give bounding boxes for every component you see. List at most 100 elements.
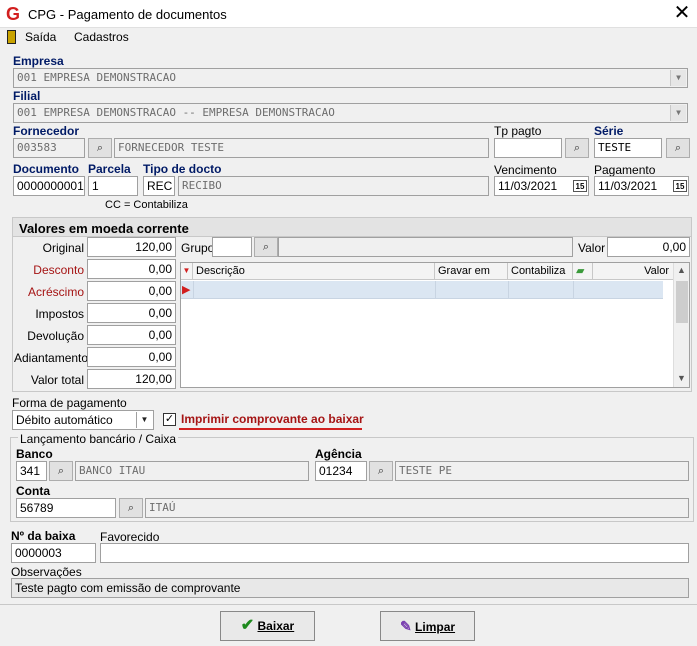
devolucao-label: Devolução [27,329,84,343]
tipo-docto-name-input[interactable]: RECIBO [178,176,489,196]
baixar-button[interactable]: ✔ Baixar [220,611,315,641]
divider [0,604,697,605]
original-label: Original [42,241,84,255]
banco-name-input[interactable]: BANCO ITAU [75,461,309,481]
grupo-code-input[interactable] [212,237,252,257]
parcela-input[interactable]: 1 [88,176,138,196]
adiantamento-input[interactable]: 0,00 [87,347,176,367]
forma-pagamento-select[interactable]: Débito automático ▼ [12,410,154,430]
impostos-label: Impostos [35,307,84,321]
fornecedor-label: Fornecedor [13,124,80,138]
tipo-docto-code-input[interactable]: REC [143,176,175,196]
empresa-value: 001 EMPRESA DEMONSTRACAO [17,71,176,84]
close-icon[interactable]: ✕ [672,2,692,24]
conta-name-input[interactable]: ITAÚ [145,498,689,518]
serie-label: Série [594,124,624,138]
scroll-up-icon[interactable]: ▲ [677,265,686,275]
observacoes-label: Observações [11,565,82,579]
valor-label: Valor [578,241,606,255]
agencia-code-input[interactable]: 01234 [315,461,367,481]
binoculars-icon: ⌕ [127,502,135,514]
serie-input[interactable]: TESTE [594,138,662,158]
vencimento-value: 11/03/2021 [498,179,558,193]
observacoes-input[interactable]: Teste pagto com emissão de comprovante [11,578,689,598]
grid-scrollbar[interactable]: ▲ ▼ [673,263,689,387]
tp-pagto-input[interactable] [494,138,562,158]
forma-pagamento-value: Débito automático [16,413,113,427]
valor-total-input[interactable]: 120,00 [87,369,176,389]
devolucao-input[interactable]: 0,00 [87,325,176,345]
app-logo-icon: G [6,4,21,24]
calendar-icon[interactable]: 15 [673,180,687,192]
lancamento-title: Lançamento bancário / Caixa [18,432,179,446]
banco-search-button[interactable]: ⌕ [49,461,73,481]
filial-label: Filial [13,89,41,103]
valor-input[interactable]: 0,00 [607,237,690,257]
imprimir-underline [179,428,362,430]
fornecedor-code-input[interactable]: 003583 [13,138,85,158]
valores-grid[interactable]: ▼ Descrição Gravar em Contabiliza ▰ Valo… [180,262,690,388]
binoculars-icon: ⌕ [262,241,270,253]
documento-label: Documento [13,162,79,176]
tp-pagto-search-button[interactable]: ⌕ [565,138,589,158]
baixar-label: Baixar [257,619,295,633]
imprimir-label[interactable]: Imprimir comprovante ao baixar [181,412,364,426]
menu-cadastros[interactable]: Cadastros [74,30,129,44]
acrescimo-label: Acréscimo [27,285,84,299]
pagamento-label: Pagamento [594,163,656,177]
conta-label: Conta [16,484,50,498]
sort-down-icon[interactable]: ▼ [181,263,193,280]
chevron-down-icon[interactable]: ▼ [670,105,686,121]
documento-input[interactable]: 0000000001 [13,176,85,196]
favorecido-input[interactable] [100,543,689,563]
valores-title: Valores em moeda corrente [13,218,691,237]
serie-search-button[interactable]: ⌕ [666,138,690,158]
vencimento-date-input[interactable]: 11/03/2021 15 [494,176,589,196]
desconto-input[interactable]: 0,00 [87,259,176,279]
tipo-docto-label: Tipo de docto [143,162,222,176]
window-title: CPG - Pagamento de documentos [28,7,227,22]
calendar-icon[interactable]: 15 [573,180,587,192]
binoculars-icon: ⌕ [573,142,581,154]
row-pointer-icon: ▶ [182,284,191,296]
fornecedor-search-button[interactable]: ⌕ [88,138,112,158]
forma-pagamento-label: Forma de pagamento [12,396,127,410]
original-input[interactable]: 120,00 [87,237,176,257]
grid-header: ▼ Descrição Gravar em Contabiliza ▰ Valo… [181,263,673,280]
chevron-down-icon[interactable]: ▼ [136,412,152,428]
baixa-label: Nº da baixa [11,529,76,543]
grupo-name-input[interactable] [278,237,573,257]
scroll-down-icon[interactable]: ▼ [677,373,686,383]
binoculars-icon: ⌕ [377,465,385,477]
col-valor[interactable]: Valor [593,263,673,280]
fornecedor-name-input[interactable]: FORNECEDOR TESTE [114,138,489,158]
col-contabiliza[interactable]: Contabiliza [508,263,573,280]
parcela-label: Parcela [88,162,131,176]
empresa-select[interactable]: 001 EMPRESA DEMONSTRACAO ▼ [13,68,688,88]
adiantamento-label: Adiantamento [14,351,89,365]
limpar-button[interactable]: ✎ Limpar [380,611,475,641]
table-row[interactable]: ▶ [181,281,663,299]
pagamento-date-input[interactable]: 11/03/2021 15 [594,176,689,196]
acrescimo-input[interactable]: 0,00 [87,281,176,301]
chevron-down-icon[interactable]: ▼ [670,70,686,86]
baixa-input[interactable]: 0000003 [11,543,96,563]
grupo-search-button[interactable]: ⌕ [254,237,278,257]
col-descricao[interactable]: Descrição [193,263,435,280]
agencia-search-button[interactable]: ⌕ [369,461,393,481]
pagamento-value: 11/03/2021 [598,179,658,193]
filial-select[interactable]: 001 EMPRESA DEMONSTRACAO -- EMPRESA DEMO… [13,103,688,123]
col-gravar-em[interactable]: Gravar em [435,263,508,280]
agencia-name-input[interactable]: TESTE PE [395,461,689,481]
scroll-thumb[interactable] [676,281,688,323]
filial-value: 001 EMPRESA DEMONSTRACAO -- EMPRESA DEMO… [17,106,335,119]
impostos-input[interactable]: 0,00 [87,303,176,323]
favorecido-label: Favorecido [100,530,160,544]
menu-saida[interactable]: Saída [25,30,56,44]
banco-code-input[interactable]: 341 [16,461,47,481]
agencia-label: Agência [315,447,362,461]
imprimir-checkbox[interactable]: ✓ [163,413,176,426]
conta-search-button[interactable]: ⌕ [119,498,143,518]
tp-pagto-label: Tp pagto [494,124,542,138]
conta-code-input[interactable]: 56789 [16,498,116,518]
